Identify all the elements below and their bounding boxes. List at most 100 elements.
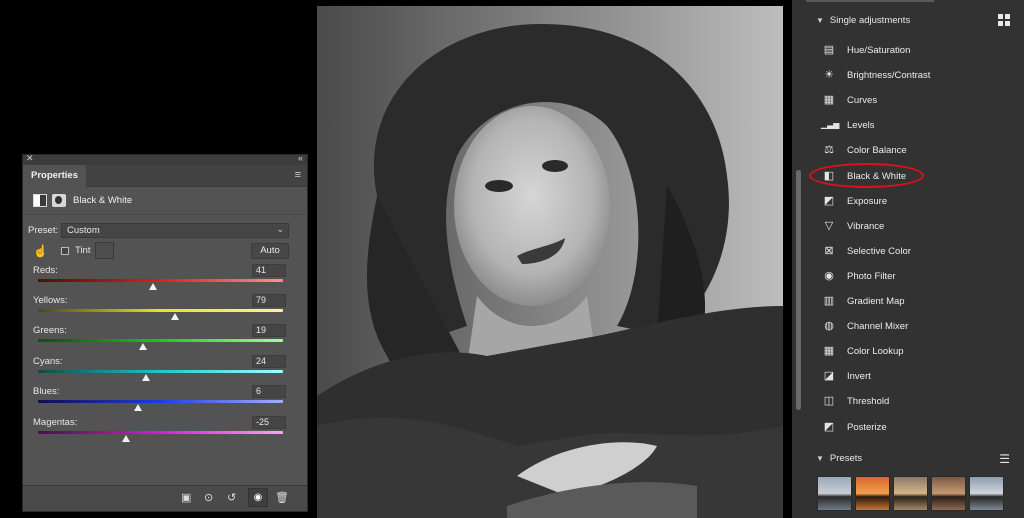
slider-label: Cyans: xyxy=(33,356,63,367)
gradient-map-icon: ▥ xyxy=(823,295,835,307)
slider-value-field[interactable]: 79 xyxy=(252,294,286,307)
slider-thumb[interactable] xyxy=(171,313,180,320)
properties-header: Black & White xyxy=(23,187,307,215)
threshold-icon: ◫ xyxy=(823,395,835,408)
reset-icon[interactable]: ↺ xyxy=(227,491,236,504)
clip-to-layer-icon[interactable]: ▣ xyxy=(181,491,191,504)
adjustment-label: Gradient Map xyxy=(847,296,905,307)
presets-header[interactable]: ▼ Presets xyxy=(816,453,862,464)
adjustment-label: Channel Mixer xyxy=(847,321,909,333)
adjustments-panel: ▼ Single adjustments ▤ Hue/Saturation ☀ Brig… xyxy=(806,0,1024,518)
tint-color-swatch[interactable] xyxy=(95,242,114,259)
scrollbar-thumb[interactable] xyxy=(796,170,801,410)
preset-thumbnail[interactable] xyxy=(931,476,966,511)
exposure-icon: ◩ xyxy=(823,194,835,207)
tint-checkbox[interactable] xyxy=(61,247,69,255)
preset-value: Custom xyxy=(67,225,100,236)
slider-track[interactable] xyxy=(38,309,283,312)
tab-properties[interactable]: Properties xyxy=(23,165,86,187)
vibrance-icon: ▽ xyxy=(824,219,834,232)
slider-value-field[interactable]: 6 xyxy=(252,385,286,398)
panel-top-bar: ✕ « xyxy=(23,153,307,165)
canvas-photo xyxy=(317,6,783,518)
slider-track[interactable] xyxy=(38,400,283,403)
portrait-image xyxy=(317,6,783,518)
preset-dropdown[interactable]: Custom ⌄ xyxy=(61,223,289,238)
preset-thumbnail[interactable] xyxy=(969,476,1004,511)
single-adjustments-label: Single adjustments xyxy=(829,15,911,26)
close-panel-icon[interactable]: ✕ xyxy=(26,153,34,164)
adjustment-label: Brightness/Contrast xyxy=(847,70,931,82)
levels-icon: ▁▃▅ xyxy=(821,120,840,130)
preset-thumbnail[interactable] xyxy=(893,476,928,511)
adjustment-label: Threshold xyxy=(847,396,890,408)
slider-thumb[interactable] xyxy=(134,404,143,411)
slider-thumb[interactable] xyxy=(149,283,158,290)
chevron-down-icon: ▼ xyxy=(816,454,824,463)
black-white-highlight-ellipse xyxy=(809,163,924,188)
slider-label: Yellows: xyxy=(33,295,68,306)
slider-label: Magentas: xyxy=(33,417,78,428)
trash-icon[interactable]: 🗑 xyxy=(275,491,289,504)
posterize-icon: ◩ xyxy=(823,420,835,433)
slider-track[interactable] xyxy=(38,339,283,342)
preset-thumbnail[interactable] xyxy=(855,476,890,511)
properties-footer: ▣ ⊙ ↺ ◉ 🗑 xyxy=(23,485,307,511)
invert-icon: ◪ xyxy=(823,370,835,383)
adjustment-label: Hue/Saturation xyxy=(847,45,911,56)
panel-menu-icon[interactable]: ≡ xyxy=(295,169,301,181)
panel-divider xyxy=(806,0,934,2)
slider-label: Reds: xyxy=(33,265,58,276)
color-balance-icon: ⚖ xyxy=(824,144,834,157)
adjustment-label: Color Lookup xyxy=(847,346,904,358)
brightness-contrast-icon: ☀ xyxy=(824,69,834,82)
auto-button[interactable]: Auto xyxy=(251,243,289,259)
slider-value-field[interactable]: 41 xyxy=(252,264,286,277)
adjustment-label: Posterize xyxy=(847,421,887,433)
slider-value-field[interactable]: -25 xyxy=(252,416,286,429)
photoshop-workspace: ✕ « Properties ≡ Black & White Preset: C… xyxy=(0,0,1024,518)
adjustment-label: Selective Color xyxy=(847,245,911,257)
adjustment-label: Exposure xyxy=(847,195,888,207)
slider-track[interactable] xyxy=(38,431,283,434)
grid-view-icon[interactable] xyxy=(998,14,1010,26)
tint-row: ☝ Tint Auto xyxy=(23,242,307,262)
adjustment-label: Vibrance xyxy=(847,220,885,232)
preset-row: Preset: Custom ⌄ xyxy=(23,223,307,241)
curves-icon: ▦ xyxy=(823,94,835,107)
preset-label: Preset: xyxy=(28,225,59,236)
hue-saturation-icon: ▤ xyxy=(823,44,835,56)
properties-panel: ✕ « Properties ≡ Black & White Preset: C… xyxy=(22,153,308,512)
chevron-down-icon: ⌄ xyxy=(276,224,284,234)
targeted-adjustment-hand-icon[interactable]: ☝ xyxy=(33,244,48,258)
slider-thumb[interactable] xyxy=(139,343,148,350)
adjustment-layer-icon[interactable] xyxy=(33,194,47,207)
chevron-down-icon: ▼ xyxy=(816,16,824,25)
visibility-eye-icon[interactable]: ◉ xyxy=(248,488,268,507)
preset-thumbnail[interactable] xyxy=(817,476,852,511)
slider-label: Greens: xyxy=(33,325,67,336)
adjustment-label: Color Balance xyxy=(847,145,907,157)
color-lookup-icon: ▦ xyxy=(823,345,835,358)
slider-thumb[interactable] xyxy=(141,374,150,381)
list-view-icon[interactable]: ☰ xyxy=(999,452,1010,466)
properties-title: Black & White xyxy=(73,195,133,206)
adjustment-label: Levels xyxy=(847,120,875,132)
slider-label: Blues: xyxy=(33,386,60,397)
slider-value-field[interactable]: 19 xyxy=(252,324,286,337)
adjustment-label: Photo Filter xyxy=(847,270,896,282)
single-adjustments-header[interactable]: ▼ Single adjustments xyxy=(816,15,910,26)
photo-filter-icon: ◉ xyxy=(824,269,834,282)
adjustment-label: Curves xyxy=(847,95,878,107)
slider-track[interactable] xyxy=(38,279,283,282)
collapse-panel-icon[interactable]: « xyxy=(298,153,303,163)
slider-track[interactable] xyxy=(38,370,283,373)
presets-label: Presets xyxy=(829,453,863,464)
scrollbar[interactable] xyxy=(792,0,806,518)
view-previous-state-icon[interactable]: ⊙ xyxy=(204,491,213,504)
slider-value-field[interactable]: 24 xyxy=(252,355,286,368)
tint-label: Tint xyxy=(75,245,91,256)
layer-mask-icon[interactable] xyxy=(52,194,66,207)
properties-tab-bar: Properties ≡ xyxy=(23,165,307,187)
slider-thumb[interactable] xyxy=(122,435,131,442)
